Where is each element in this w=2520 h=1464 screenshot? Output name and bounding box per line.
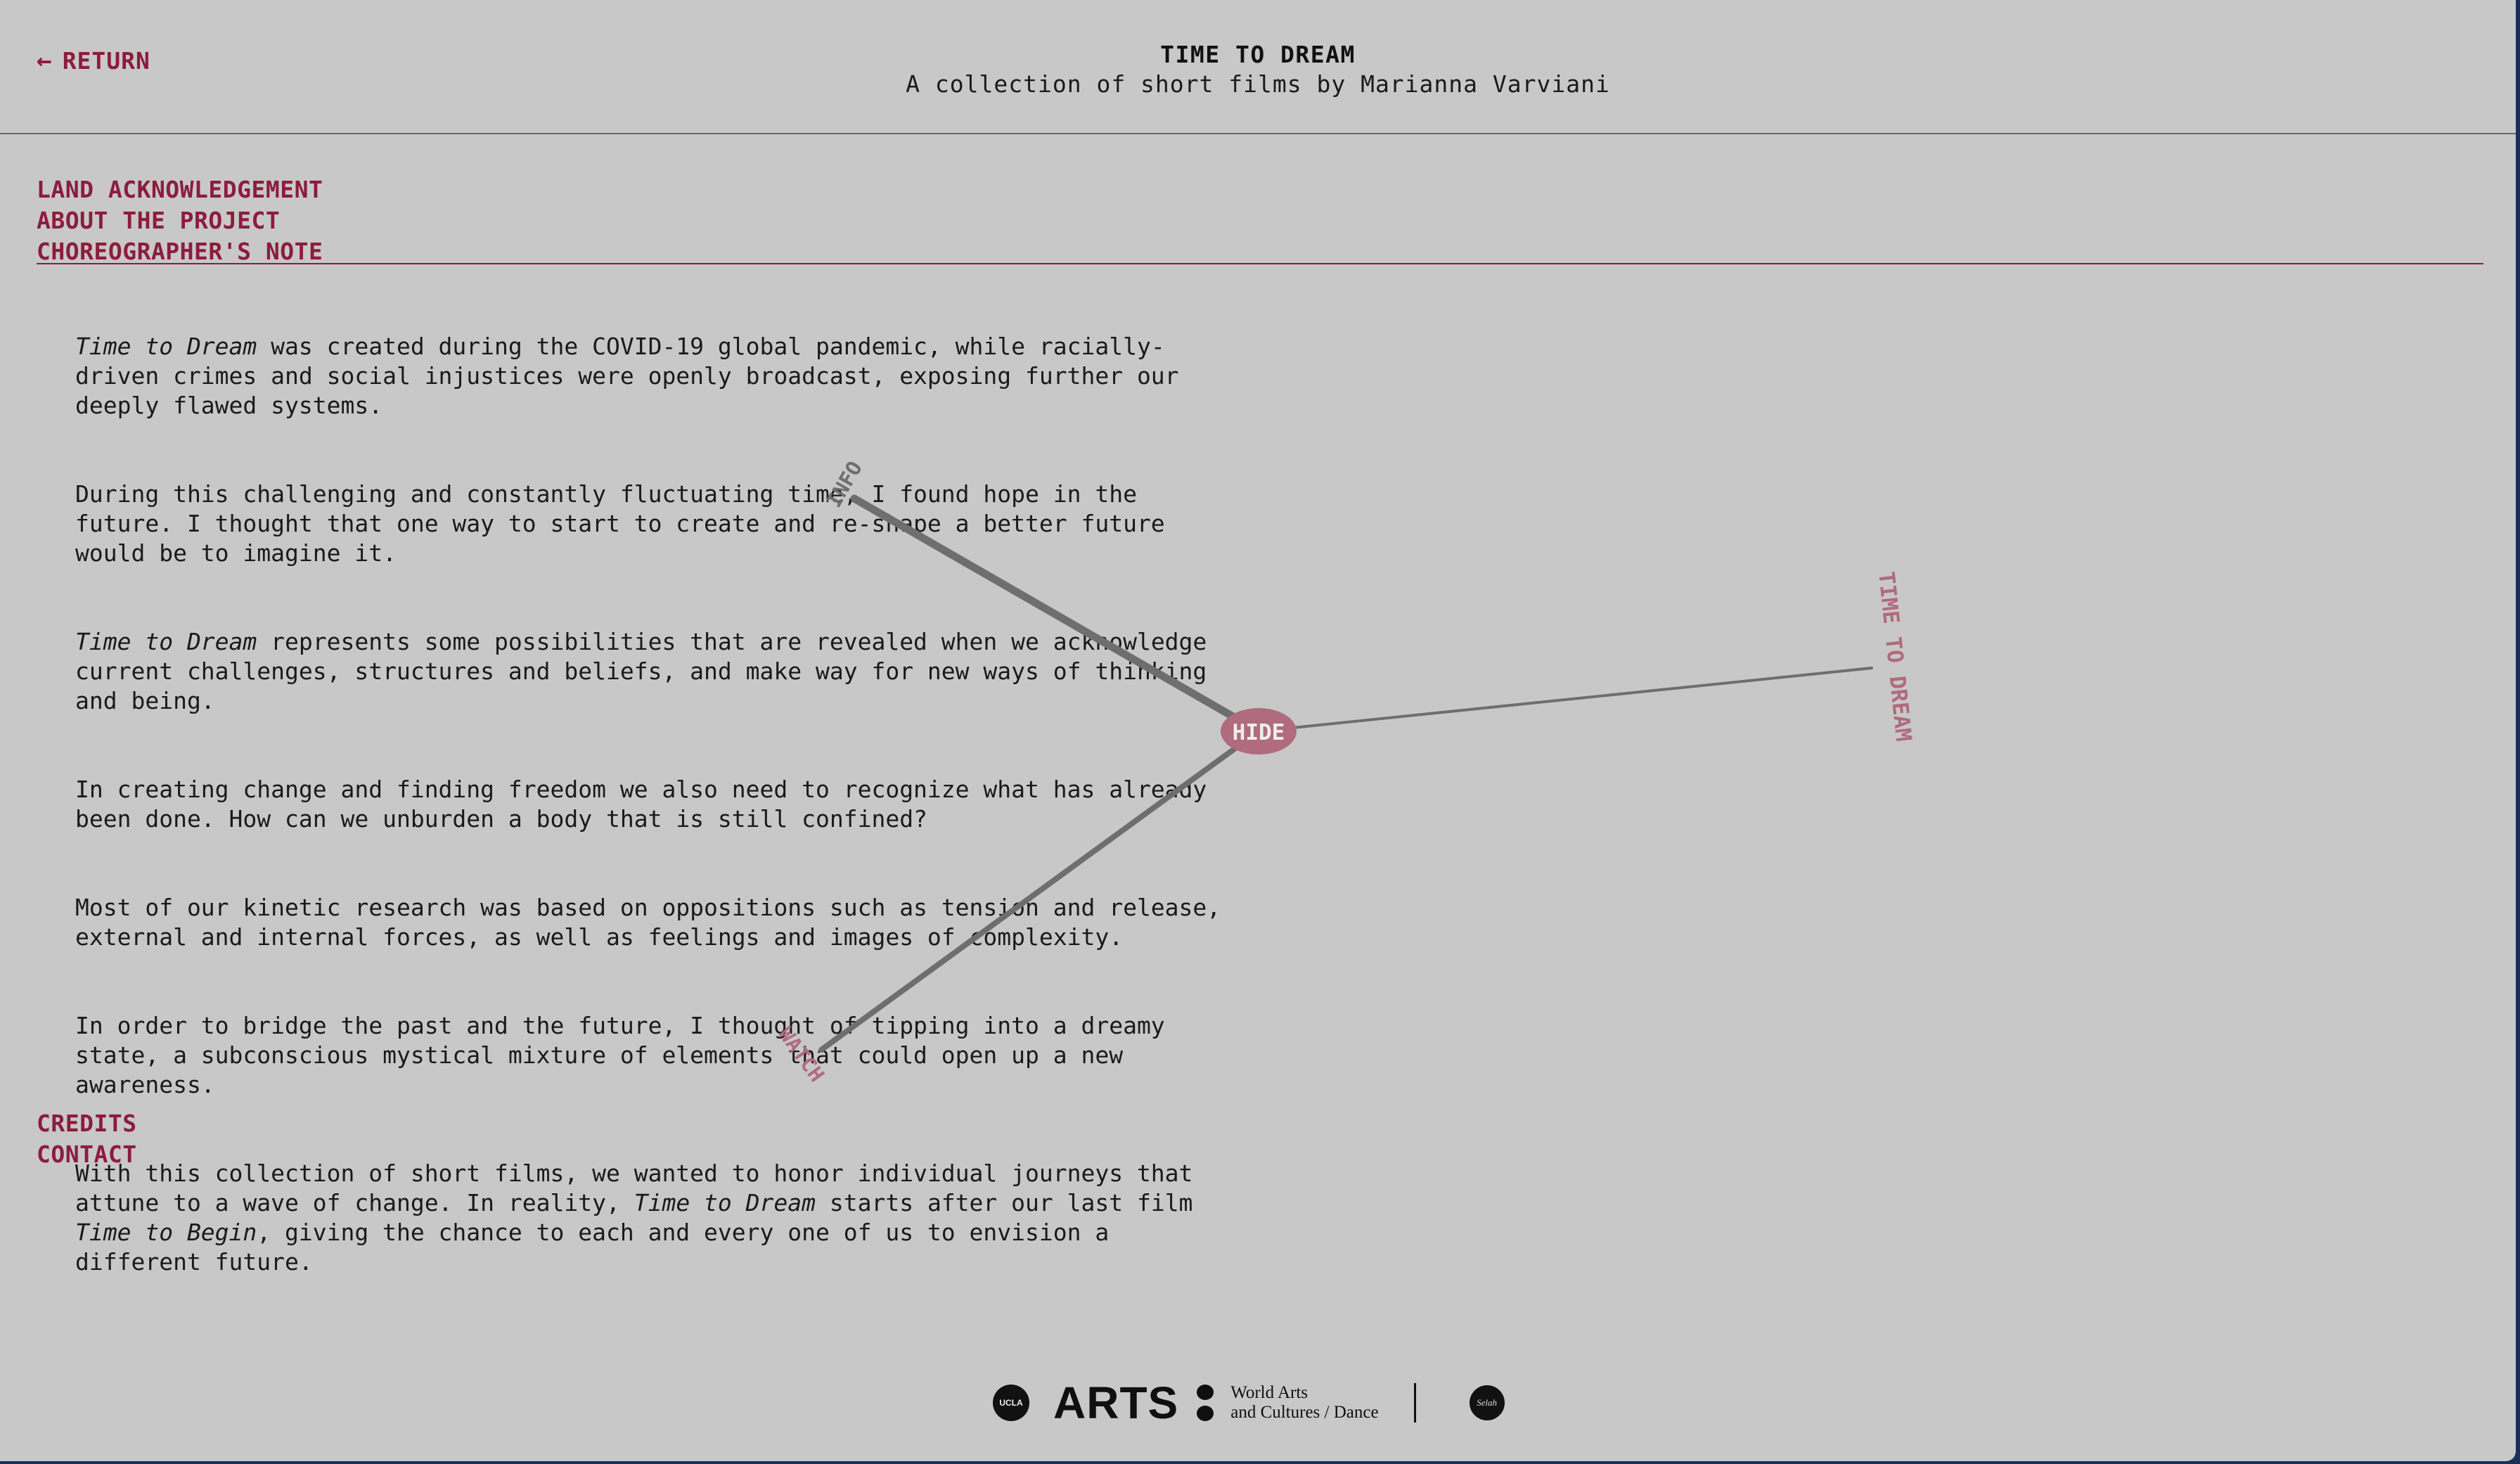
nav-item-contact[interactable]: CONTACT xyxy=(37,1139,137,1170)
film-title: Time to Begin xyxy=(75,1219,257,1246)
nav-item-credits[interactable]: CREDITS xyxy=(37,1108,137,1139)
dream-spoke xyxy=(1257,667,1873,733)
logo-divider xyxy=(1413,1383,1416,1423)
section-divider xyxy=(37,263,2483,264)
time-to-dream-link[interactable]: TIME TO DREAM xyxy=(1873,570,1916,743)
ucla-logo: UCLA xyxy=(993,1385,1029,1421)
paragraph-text: starts after our last film xyxy=(829,1189,1193,1216)
paragraph-1: Time to Dream was created during the COV… xyxy=(75,332,1285,420)
paragraph-6: In order to bridge the past and the futu… xyxy=(75,1012,1165,1098)
paragraph-7: With this collection of short films, we … xyxy=(75,1159,1285,1277)
page: ← RETURN TIME TO DREAM A collection of s… xyxy=(0,0,2516,1461)
nav-item-about-the-project[interactable]: ABOUT THE PROJECT xyxy=(37,205,323,236)
film-title: Time to Dream xyxy=(75,628,257,655)
site-title: TIME TO DREAM xyxy=(1160,41,1356,68)
site-subtitle: A collection of short films by Marianna … xyxy=(906,70,1610,98)
nav-item-land-acknowledgement[interactable]: LAND ACKNOWLEDGEMENT xyxy=(37,174,323,205)
arts-logo: ARTS xyxy=(1053,1378,1179,1428)
paragraph-2: During this challenging and constantly f… xyxy=(75,480,1165,567)
paragraph-4: In creating change and finding freedom w… xyxy=(75,776,1207,833)
footer-nav: CREDITS CONTACT xyxy=(37,1108,137,1170)
partner-logo: Selah xyxy=(1469,1385,1505,1420)
film-title: Time to Dream xyxy=(75,333,257,360)
paragraph-3: Time to Dream represents some possibilit… xyxy=(75,627,1285,716)
sponsor-logos: UCLA ARTS World Arts and Cultures / Danc… xyxy=(993,1375,1505,1431)
paragraph-5: Most of our kinetic research was based o… xyxy=(75,894,1221,951)
department-name: World Arts and Cultures / Dance xyxy=(1230,1383,1379,1422)
header-divider xyxy=(0,133,2516,134)
arts-colon-icon xyxy=(1197,1385,1214,1421)
hide-button[interactable] xyxy=(1221,708,1297,755)
section-nav: LAND ACKNOWLEDGEMENT ABOUT THE PROJECT C… xyxy=(37,174,323,267)
film-title: Time to Dream xyxy=(634,1189,816,1216)
choreographers-note-text: Time to Dream was created during the COV… xyxy=(75,302,1285,1336)
